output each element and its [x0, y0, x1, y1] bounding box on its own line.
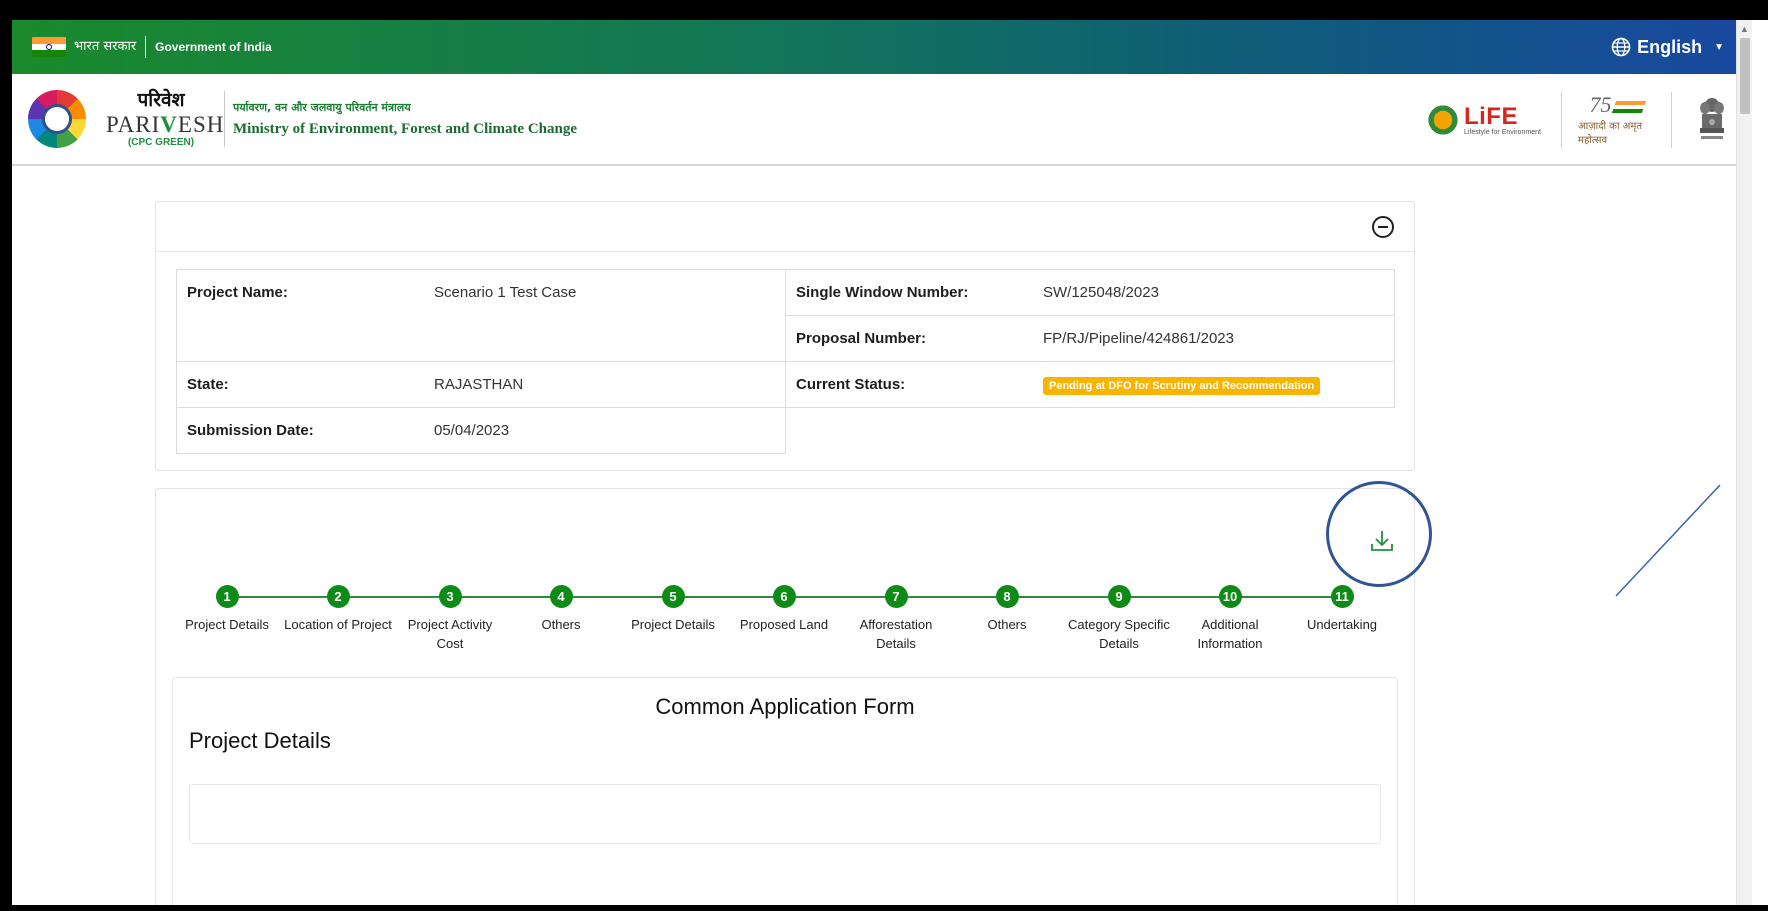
download-icon[interactable]	[1369, 528, 1395, 554]
summary-row: Single Window Number: SW/125048/2023	[785, 269, 1395, 316]
summary-value: RAJASTHAN	[434, 376, 524, 393]
step-category-specific-details[interactable]: 9 Category Specific Details	[1059, 585, 1179, 653]
status-badge: Pending at DFO for Scrutiny and Recommen…	[1043, 377, 1321, 395]
scrollbar-thumb[interactable]	[1740, 38, 1750, 114]
step-project-details-2[interactable]: 5 Project Details	[613, 585, 733, 634]
brand-hindi-name: परिवेश	[137, 88, 185, 111]
step-number: 10	[1218, 585, 1242, 608]
india-flag-icon	[32, 37, 66, 57]
language-label: English	[1637, 36, 1703, 57]
step-label: Project Activity Cost	[407, 617, 493, 651]
step-number: 5	[661, 585, 685, 608]
step-project-activity-cost[interactable]: 3 Project Activity Cost	[390, 585, 510, 653]
life-sun-icon	[1425, 103, 1460, 137]
section-heading: Project Details	[189, 728, 331, 753]
azadi-ka-amrit-mahotsav-logo: 75 आज़ादी का अमृत महोत्सव	[1562, 92, 1672, 148]
summary-row: State: RAJASTHAN	[176, 362, 786, 408]
step-undertaking[interactable]: 11 Undertaking	[1282, 585, 1402, 634]
step-label: Location of Project	[284, 617, 392, 632]
step-label: Category Specific Details	[1068, 617, 1170, 651]
step-others[interactable]: 4 Others	[501, 585, 621, 634]
step-number: 6	[772, 585, 796, 608]
summary-label: Current Status:	[796, 376, 906, 393]
step-label: Undertaking	[1306, 617, 1378, 632]
step-number: 8	[995, 585, 1019, 608]
ministry-english: Ministry of Environment, Forest and Clim…	[233, 121, 578, 137]
site-header: परिवेश PARIVESH (CPC GREEN) पर्यावरण, वन…	[12, 74, 1752, 166]
step-number: 11	[1330, 585, 1354, 608]
browser-viewport: भारत सरकार Government of India English ▼…	[12, 20, 1752, 905]
summary-label: Single Window Number:	[796, 284, 969, 301]
life-logo: LiFE Lifestyle for Environment	[1425, 92, 1562, 148]
summary-label: Project Name:	[187, 284, 288, 301]
step-label: Others	[987, 617, 1027, 632]
summary-left-column: Project Name: Scenario 1 Test Case State…	[176, 269, 786, 454]
summary-row: Current Status: Pending at DFO for Scrut…	[785, 362, 1395, 408]
parivesh-logo[interactable]: परिवेश PARIVESH (CPC GREEN)	[106, 88, 225, 148]
collapse-button[interactable]	[1372, 216, 1394, 238]
vertical-scrollbar[interactable]: ▲	[1736, 20, 1752, 905]
summary-label: State:	[187, 376, 229, 393]
step-label: Additional Information	[1197, 617, 1263, 651]
application-form-card: 1 Project Details 2 Location of Project …	[155, 481, 1432, 905]
summary-row: Project Name: Scenario 1 Test Case	[176, 269, 786, 362]
summary-label: Submission Date:	[187, 422, 314, 439]
brand-sub-label: (CPC GREEN)	[127, 136, 195, 148]
step-number: 1	[215, 585, 239, 608]
ministry-hindi: पर्यावरण, वन और जलवायु परिवर्तन मंत्रालय	[233, 101, 411, 114]
step-label: Proposed Land	[739, 617, 829, 632]
scroll-up-arrow-icon[interactable]: ▲	[1740, 24, 1749, 34]
azadi-text: आज़ादी का अमृत महोत्सव	[1578, 121, 1643, 146]
summary-value: FP/RJ/Pipeline/424861/2023	[1043, 330, 1234, 347]
step-label: Others	[541, 617, 581, 632]
step-label: Afforestation Details	[859, 617, 933, 651]
government-bar: भारत सरकार Government of India English ▼	[12, 20, 1752, 74]
step-number: 3	[438, 585, 462, 608]
gov-english-label: Government of India	[155, 40, 272, 54]
step-label: Project Details	[631, 617, 715, 632]
project-summary-card: Project Name: Scenario 1 Test Case State…	[155, 201, 1415, 471]
gov-hindi-label: भारत सरकार	[74, 36, 147, 58]
step-label: Project Details	[185, 617, 269, 632]
summary-row: Proposal Number: FP/RJ/Pipeline/424861/2…	[785, 316, 1395, 362]
step-number: 9	[1107, 585, 1131, 608]
chevron-down-icon: ▼	[1714, 41, 1724, 53]
common-application-form: Common Application Form Project Details	[172, 677, 1398, 905]
language-selector[interactable]: English ▼	[1611, 20, 1724, 74]
ministry-name: पर्यावरण, वन और जलवायु परिवर्तन मंत्रालय…	[224, 91, 577, 147]
step-others-2[interactable]: 8 Others	[947, 585, 1067, 634]
step-number: 7	[884, 585, 908, 608]
azadi-number: 75	[1589, 92, 1612, 117]
life-tagline: Lifestyle for Environment	[1463, 128, 1541, 136]
step-proposed-land[interactable]: 6 Proposed Land	[724, 585, 844, 634]
brand-english-name: PARIVESH	[106, 111, 225, 137]
summary-value: SW/125048/2023	[1043, 284, 1159, 301]
summary-value: 05/04/2023	[434, 422, 510, 439]
partner-logos: LiFE Lifestyle for Environment 75 आज़ादी…	[1425, 74, 1740, 166]
step-afforestation-details[interactable]: 7 Afforestation Details	[836, 585, 956, 653]
step-number: 2	[326, 585, 350, 608]
globe-icon	[1611, 37, 1631, 57]
summary-right-column: Single Window Number: SW/125048/2023 Pro…	[785, 269, 1395, 408]
summary-label: Proposal Number:	[796, 330, 927, 347]
national-emblem-icon	[1692, 96, 1732, 144]
step-additional-information[interactable]: 10 Additional Information	[1170, 585, 1290, 653]
summary-value: Scenario 1 Test Case	[434, 284, 577, 301]
step-project-details[interactable]: 1 Project Details	[167, 585, 287, 634]
summary-card-header	[156, 202, 1414, 252]
step-number: 4	[549, 585, 573, 608]
project-details-panel	[189, 784, 1381, 844]
form-title: Common Application Form	[655, 694, 915, 719]
life-title: LiFE	[1463, 102, 1518, 130]
parivesh-emblem-icon[interactable]	[28, 90, 86, 148]
summary-row: Submission Date: 05/04/2023	[176, 408, 786, 454]
step-location-of-project[interactable]: 2 Location of Project	[278, 585, 398, 634]
minus-circle-icon	[1378, 226, 1388, 228]
